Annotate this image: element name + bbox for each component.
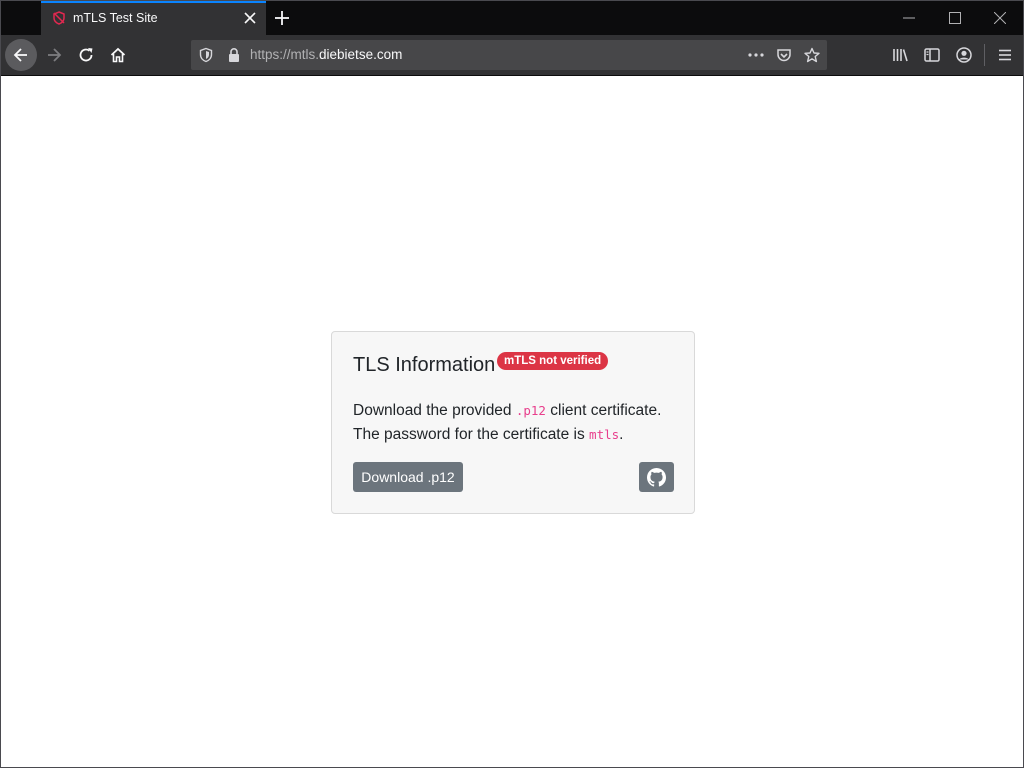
maximize-button[interactable] bbox=[932, 1, 978, 35]
url-text[interactable]: https://mtls.diebietse.com bbox=[250, 47, 402, 62]
page-actions-more-icon[interactable] bbox=[747, 47, 765, 68]
file-extension-code: .p12 bbox=[515, 403, 546, 418]
page-content: TLS Information mTLS not verified Downlo… bbox=[1, 76, 1023, 767]
card-description: Download the provided .p12 client certif… bbox=[353, 399, 683, 447]
line1-text-end: client certificate. bbox=[545, 402, 662, 419]
close-icon bbox=[994, 12, 1006, 24]
forward-button[interactable] bbox=[38, 39, 70, 71]
instruction-line-2: The password for the certificate is mtls… bbox=[353, 423, 683, 447]
tracking-protection-shield-icon[interactable] bbox=[198, 47, 214, 68]
instruction-line-1: Download the provided .p12 client certif… bbox=[353, 399, 683, 423]
download-p12-button[interactable]: Download .p12 bbox=[353, 462, 463, 492]
url-prefix: https://mtls. bbox=[250, 47, 320, 62]
maximize-icon bbox=[949, 12, 961, 24]
home-button[interactable] bbox=[102, 39, 134, 71]
tab-title: mTLS Test Site bbox=[73, 11, 158, 25]
url-domain: diebietse.com bbox=[319, 47, 403, 62]
arrow-left-icon bbox=[13, 48, 27, 62]
close-window-button[interactable] bbox=[977, 1, 1023, 35]
tls-info-card: TLS Information mTLS not verified Downlo… bbox=[331, 331, 695, 514]
shield-broken-icon bbox=[52, 11, 66, 25]
line2-text-end: . bbox=[619, 426, 624, 443]
hamburger-menu-icon[interactable] bbox=[996, 46, 1014, 64]
reload-button[interactable] bbox=[70, 39, 102, 71]
status-badge: mTLS not verified bbox=[497, 352, 609, 370]
tab-mtls-test-site[interactable]: mTLS Test Site bbox=[41, 1, 266, 35]
lock-icon[interactable] bbox=[227, 47, 241, 68]
navigation-toolbar: https://mtls.diebietse.com bbox=[1, 35, 1023, 76]
github-icon bbox=[647, 468, 666, 487]
library-icon[interactable] bbox=[891, 46, 909, 64]
line1-text: Download the provided bbox=[353, 402, 516, 419]
card-title: TLS Information bbox=[353, 354, 496, 376]
toolbar-divider bbox=[984, 44, 985, 66]
tab-active-indicator bbox=[41, 1, 266, 3]
line2-text: The password for the certificate is bbox=[353, 426, 590, 443]
arrow-right-icon bbox=[48, 48, 62, 62]
back-button[interactable] bbox=[5, 39, 37, 71]
bookmark-star-icon[interactable] bbox=[804, 47, 820, 68]
password-code: mtls bbox=[589, 427, 620, 442]
account-icon[interactable] bbox=[955, 46, 973, 64]
github-button[interactable] bbox=[639, 462, 674, 492]
address-bar[interactable]: https://mtls.diebietse.com bbox=[191, 40, 827, 70]
new-tab-icon[interactable] bbox=[273, 9, 291, 27]
home-icon bbox=[110, 47, 126, 63]
tab-strip: mTLS Test Site bbox=[1, 1, 1023, 35]
minimize-button[interactable] bbox=[886, 1, 932, 35]
minimize-icon bbox=[903, 17, 915, 19]
reload-icon bbox=[79, 48, 93, 62]
sidebar-toggle-icon[interactable] bbox=[923, 46, 941, 64]
pocket-icon[interactable] bbox=[776, 47, 792, 68]
browser-window: mTLS Test Site https://mtls.diebietse.co… bbox=[0, 0, 1024, 768]
close-tab-icon[interactable] bbox=[242, 10, 258, 26]
